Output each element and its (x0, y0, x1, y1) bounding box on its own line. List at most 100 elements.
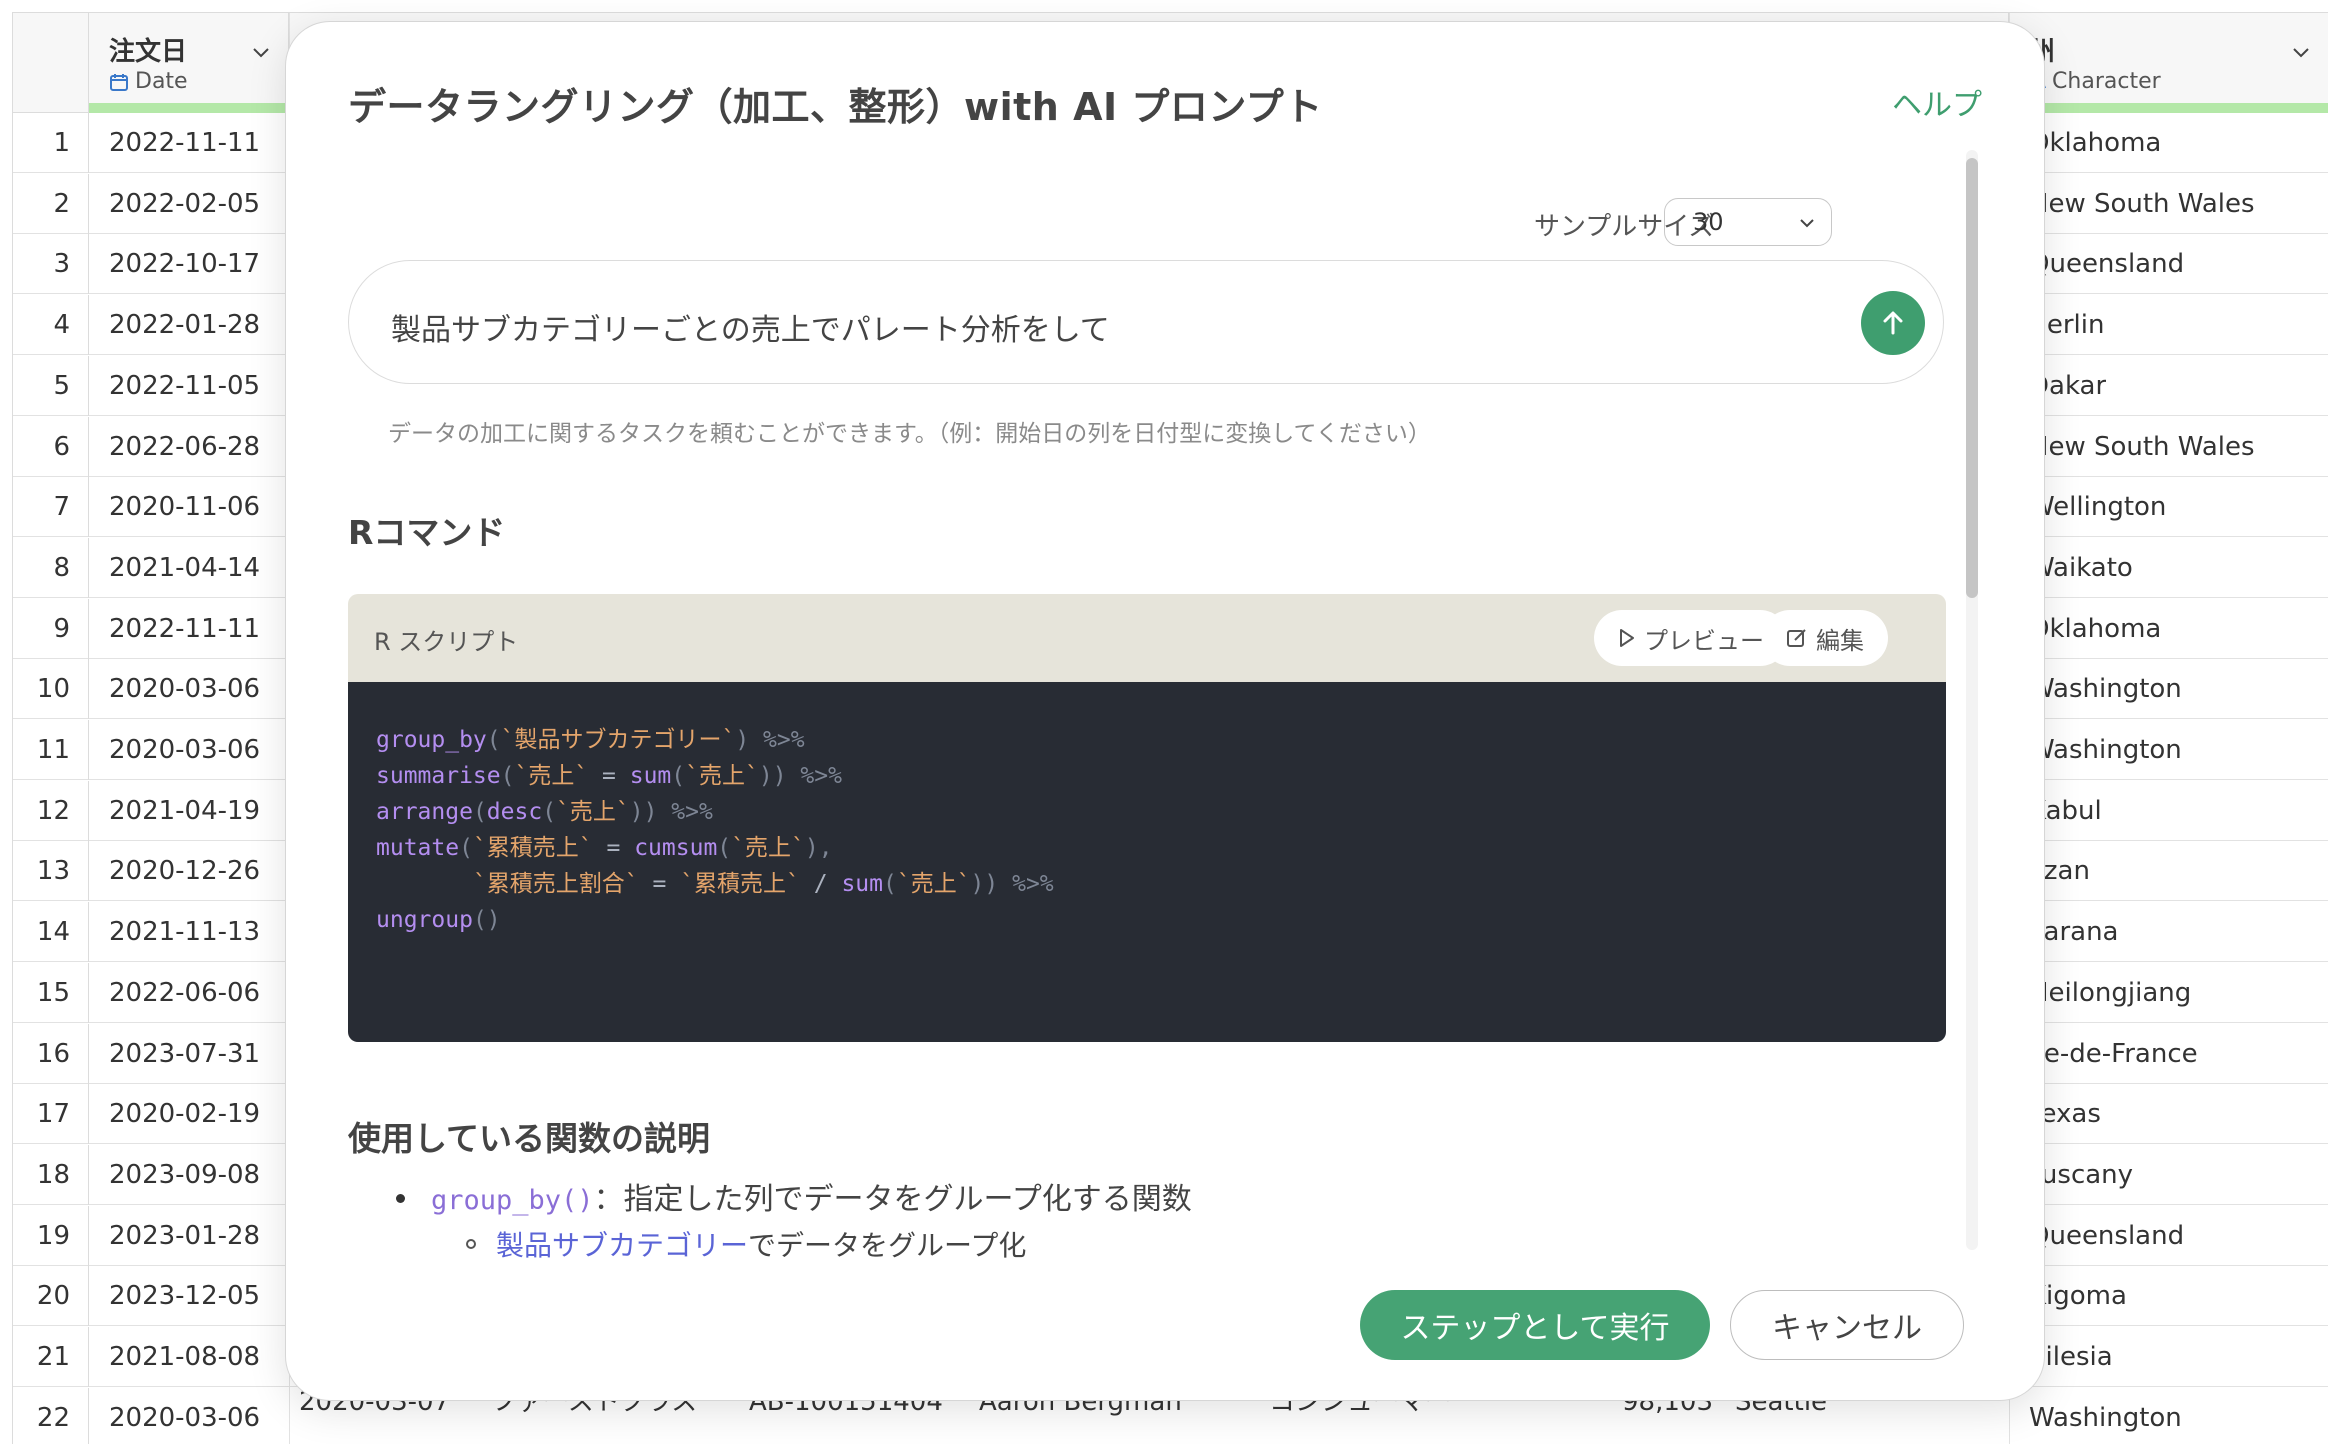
code-line: mutate(`累積売上` = cumsum(`売上`), (376, 835, 833, 861)
row-number: 13 (13, 841, 89, 901)
row-number: 12 (13, 781, 89, 841)
cell-order-date[interactable]: 2022-10-17 (109, 234, 260, 294)
cell-order-date[interactable]: 2021-04-19 (109, 781, 260, 841)
cell-state[interactable]: Oklahoma (2029, 599, 2161, 659)
chevron-down-icon[interactable] (250, 41, 272, 63)
cell-state[interactable]: Queensland (2029, 1206, 2184, 1266)
row-number-header (13, 13, 89, 113)
preview-button[interactable]: プレビュー (1594, 610, 1788, 666)
row-number: 8 (13, 538, 89, 598)
prompt-hint: データの加工に関するタスクを頼むことができます。（例：開始日の列を日付型に変換し… (388, 421, 1431, 447)
cell-order-date[interactable]: 2022-02-05 (109, 174, 260, 234)
row-number: 9 (13, 599, 89, 659)
cell-order-date[interactable]: 2020-11-06 (109, 477, 260, 537)
prompt-input[interactable]: 製品サブカテゴリーごとの売上でパレート分析をして (348, 260, 1944, 384)
cell-order-date[interactable]: 2020-03-06 (109, 659, 260, 719)
cell-state[interactable]: Waikato (2029, 538, 2133, 598)
code-line: group_by(`製品サブカテゴリー`) %>% (376, 727, 805, 753)
column-name: 注文日 (109, 37, 188, 67)
row-number: 6 (13, 417, 89, 477)
cell-order-date[interactable]: 2022-11-05 (109, 356, 260, 416)
cell-state[interactable]: Washington (2029, 1388, 2182, 1444)
row-number: 22 (13, 1388, 89, 1444)
cell-state[interactable]: Queensland (2029, 234, 2184, 294)
cell-order-date[interactable]: 2020-03-06 (109, 720, 260, 780)
send-button[interactable] (1861, 291, 1925, 355)
column-header-state[interactable]: 州 A Character (2009, 13, 2328, 113)
cell-order-date[interactable]: 2021-04-14 (109, 538, 260, 598)
play-icon (1620, 629, 1634, 647)
cell-state[interactable]: New South Wales (2029, 417, 2255, 477)
r-script-code[interactable]: group_by(`製品サブカテゴリー`) %>% summarise(`売上`… (348, 682, 1946, 1042)
cell-order-date[interactable]: 2022-06-06 (109, 963, 260, 1023)
run-as-step-button[interactable]: ステップとして実行 (1360, 1290, 1710, 1360)
dialog-scrollbar[interactable] (1966, 150, 1978, 1250)
cell-state[interactable]: Washington (2029, 659, 2182, 719)
cell-state[interactable]: Oklahoma (2029, 113, 2161, 173)
calendar-icon (110, 73, 128, 91)
bullet (466, 1239, 476, 1249)
chevron-down-icon[interactable] (2290, 41, 2312, 63)
functions-heading: 使用している関数の説明 (348, 1119, 711, 1158)
cell-state[interactable]: Tuscany (2029, 1145, 2133, 1205)
row-number: 5 (13, 356, 89, 416)
cell-state[interactable]: Heilongjiang (2029, 963, 2191, 1023)
column-type: A Character (2029, 69, 2161, 94)
cell-order-date[interactable]: 2020-02-19 (109, 1084, 260, 1144)
cell-order-date[interactable]: 2023-12-05 (109, 1266, 260, 1326)
cell-order-date[interactable]: 2021-08-08 (109, 1327, 260, 1387)
sub-description: でデータをグループ化 (748, 1229, 1027, 1258)
cell-order-date[interactable]: 2020-12-26 (109, 841, 260, 901)
row-number: 11 (13, 720, 89, 780)
arrow-up-icon (1883, 311, 1903, 335)
dialog-scroll-content[interactable]: サンプルサイズ 30 製品サブカテゴリーごとの売上でパレート分析をして データの… (348, 146, 2008, 1258)
column-header-order-date[interactable]: 注文日 Date (89, 13, 289, 113)
cell-order-date[interactable]: 2023-07-31 (109, 1024, 260, 1084)
r-command-heading: Rコマンド (348, 513, 506, 552)
row-number: 21 (13, 1327, 89, 1387)
cell-state[interactable]: Wellington (2029, 477, 2166, 537)
sample-size-select[interactable]: 30 (1664, 198, 1832, 246)
row-number: 16 (13, 1024, 89, 1084)
cell-state[interactable]: Ile-de-France (2029, 1024, 2198, 1084)
cell-state[interactable]: New South Wales (2029, 174, 2255, 234)
cell-order-date[interactable]: 2022-01-28 (109, 295, 260, 355)
edit-button[interactable]: 編集 (1762, 610, 1888, 666)
cell-order-date[interactable]: 2023-01-28 (109, 1206, 260, 1266)
cell-order-date[interactable]: 2023-09-08 (109, 1145, 260, 1205)
row-number: 20 (13, 1266, 89, 1326)
row-number: 7 (13, 477, 89, 537)
column-quality-bar (89, 103, 288, 113)
cancel-button[interactable]: キャンセル (1730, 1290, 1964, 1360)
row-number: 17 (13, 1084, 89, 1144)
row-number: 3 (13, 234, 89, 294)
chevron-down-icon (1800, 219, 1814, 228)
r-script-label: R スクリプト (374, 628, 519, 656)
row-number: 14 (13, 902, 89, 962)
help-link[interactable]: ヘルプ (1892, 80, 1982, 124)
column-quality-bar (2009, 103, 2328, 113)
row-number: 19 (13, 1206, 89, 1266)
cell-order-date[interactable]: 2022-11-11 (109, 113, 260, 173)
prompt-input-value: 製品サブカテゴリーごとの売上でパレート分析をして (391, 313, 1110, 348)
code-line: summarise(`売上` = sum(`売上`)) %>% (376, 763, 842, 789)
cell-order-date[interactable]: 2022-06-28 (109, 417, 260, 477)
row-number: 2 (13, 174, 89, 234)
bullet (396, 1194, 405, 1203)
cell-order-date[interactable]: 2021-11-13 (109, 902, 260, 962)
edit-icon (1787, 629, 1806, 647)
row-number: 15 (13, 963, 89, 1023)
row-number: 4 (13, 295, 89, 355)
code-line: `累積売上割合` = `累積売上` / sum(`売上`)) %>% (472, 871, 1054, 897)
list-item: 製品サブカテゴリー でデータをグループ化 (466, 1224, 1026, 1258)
code-line: arrange(desc(`売上`)) %>% (376, 799, 713, 825)
column-type-label: Character (2052, 69, 2161, 94)
cell-order-date[interactable]: 2022-11-11 (109, 599, 260, 659)
cell-order-date[interactable]: 2020-03-06 (109, 1388, 260, 1444)
column-reference: 製品サブカテゴリー (496, 1229, 749, 1258)
dialog-title: データラングリング（加工、整形）with AI プロンプト (348, 85, 1323, 129)
cell-state[interactable]: Washington (2029, 720, 2182, 780)
scrollbar-thumb[interactable] (1966, 158, 1978, 598)
row-number: 18 (13, 1145, 89, 1205)
ai-prompt-dialog: データラングリング（加工、整形）with AI プロンプト ヘルプ サンプルサイ… (286, 22, 2044, 1400)
